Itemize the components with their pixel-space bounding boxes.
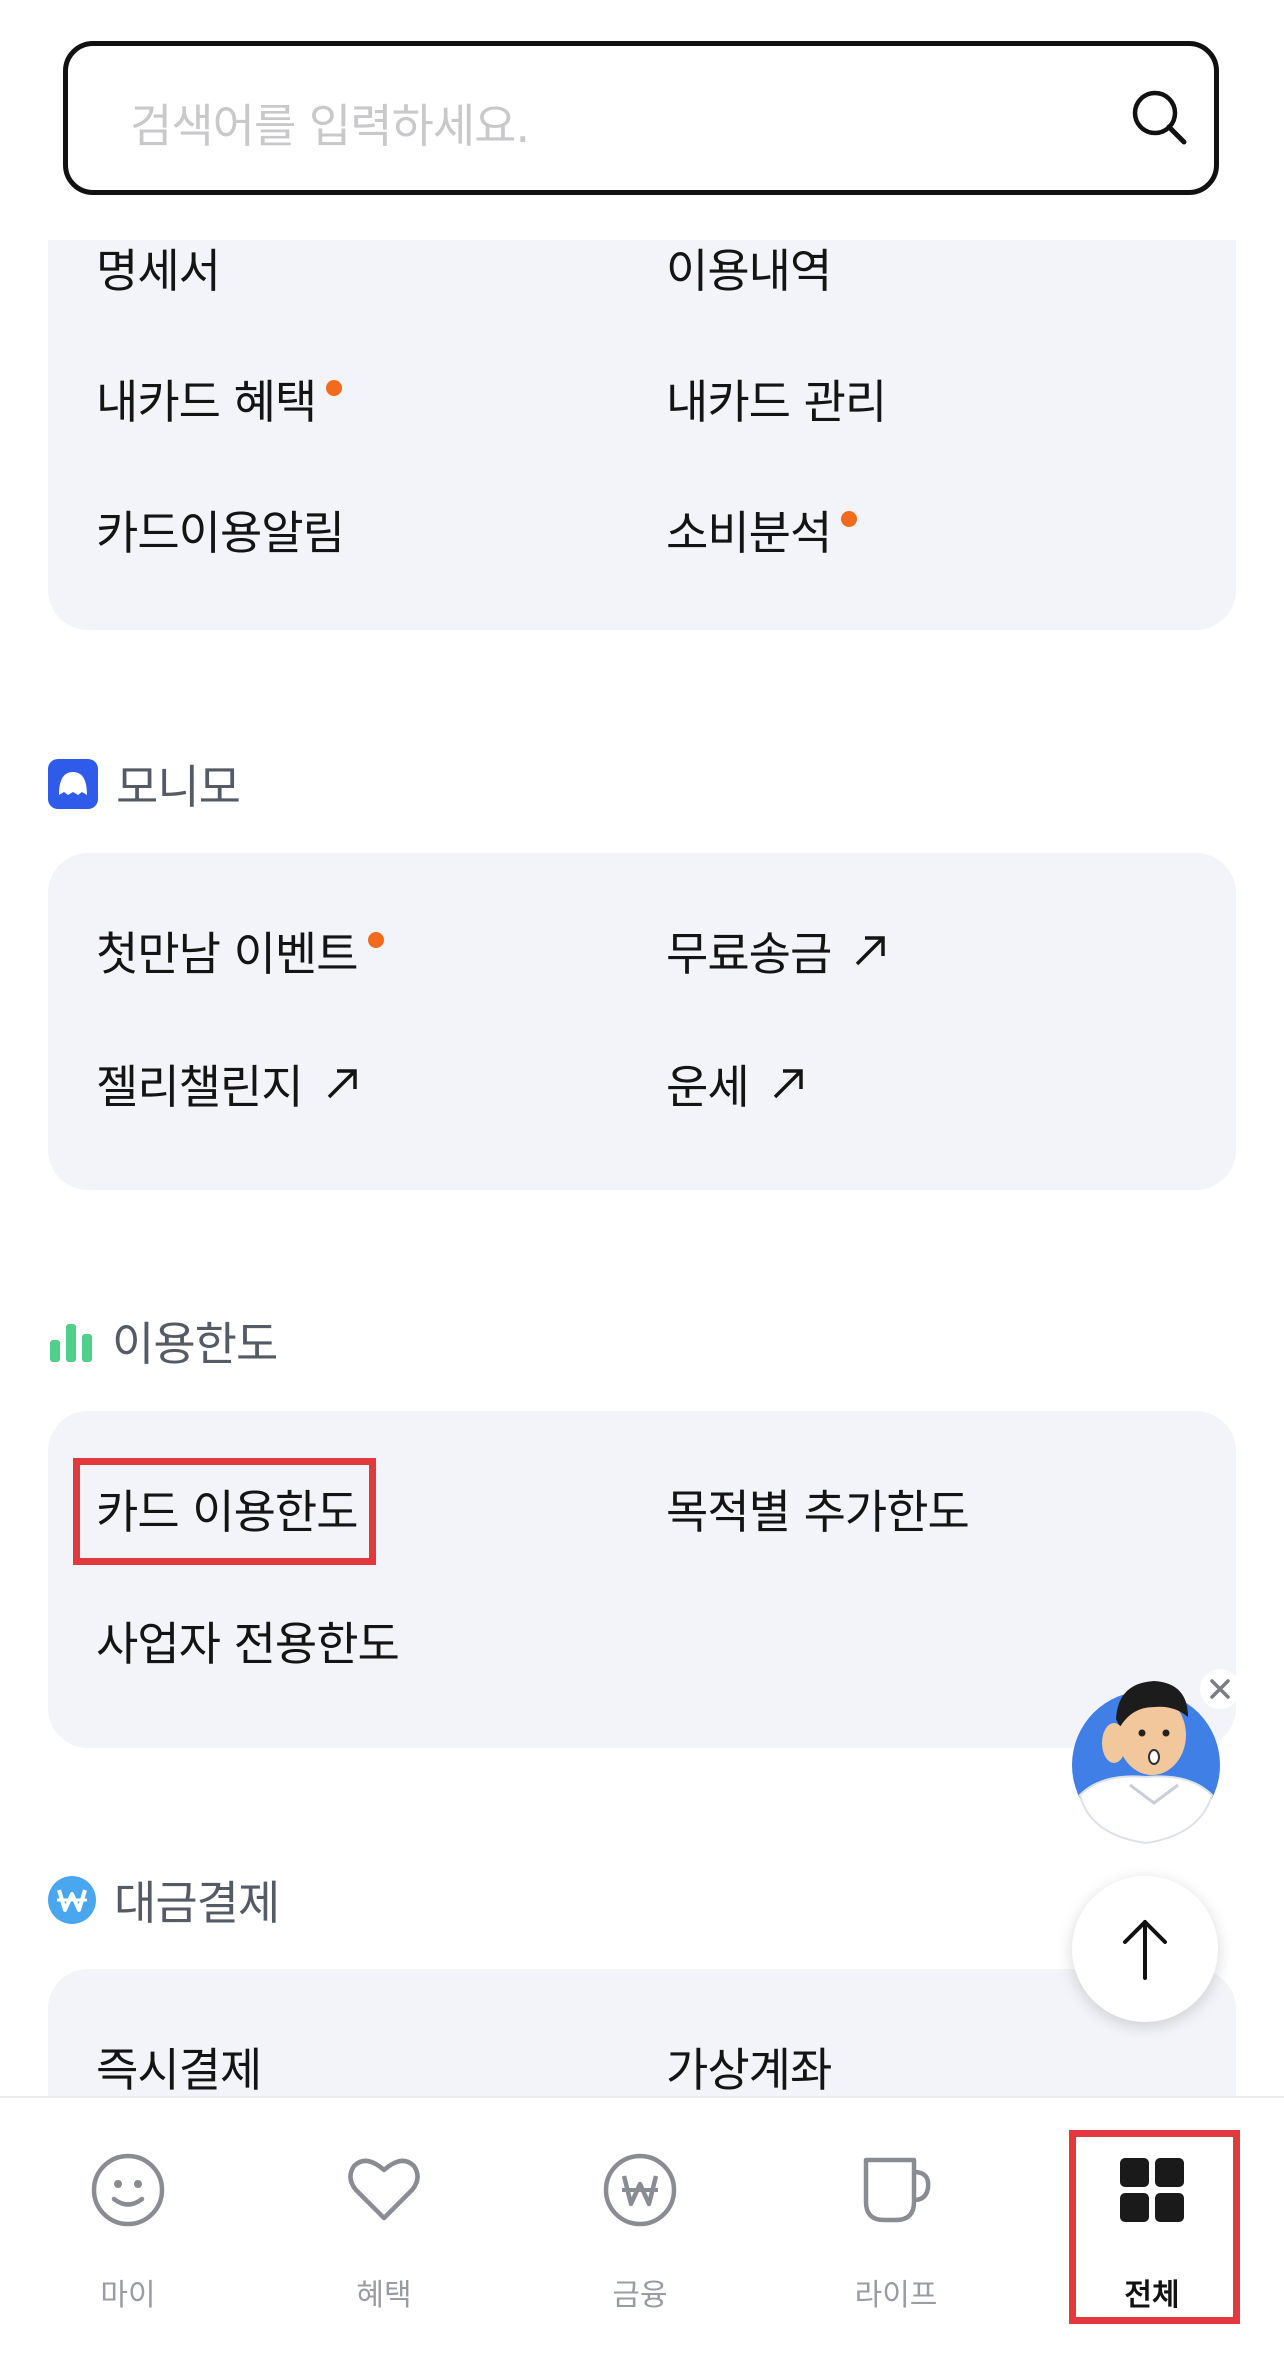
- menu-item-label: 카드이용알림: [96, 506, 345, 560]
- menu-item-usage-history[interactable]: 이용내역: [666, 236, 832, 300]
- menu-item-business-limit[interactable]: 사업자 전용한도: [96, 1609, 400, 1673]
- external-link-arrow-icon: [327, 1069, 357, 1099]
- new-badge-dot: [841, 511, 858, 527]
- menu-item-free-transfer[interactable]: 무료송금: [666, 919, 889, 983]
- menu-item-my-card-management[interactable]: 내카드 관리: [666, 367, 887, 431]
- menu-item-purpose-additional-limit[interactable]: 목적별 추가한도: [666, 1477, 970, 1541]
- menu-item-label: 가상계좌: [666, 2043, 832, 2096]
- search-placeholder: 검색어를 입력하세요.: [130, 99, 530, 153]
- section-title-payment: 대금결제: [48, 1870, 280, 1930]
- section-title-monimo: 모니모: [48, 754, 241, 814]
- monimo-icon: [48, 759, 98, 809]
- menu-item-label: 내카드 관리: [666, 375, 887, 429]
- tab-life[interactable]: 라이프: [768, 2098, 1024, 2361]
- external-link-arrow-icon: [856, 936, 886, 966]
- menu-item-my-card-benefits[interactable]: 내카드 혜택: [96, 367, 343, 431]
- tab-label: 혜택: [356, 2278, 412, 2313]
- tab-label: 마이: [100, 2278, 156, 2313]
- tab-benefits[interactable]: 혜택: [256, 2098, 512, 2361]
- menu-item-card-usage-alert[interactable]: 카드이용알림: [96, 498, 345, 562]
- tab-finance[interactable]: 금융: [512, 2098, 768, 2361]
- tab-label: 라이프: [854, 2278, 938, 2313]
- scroll-to-top-button[interactable]: [1072, 1876, 1218, 2022]
- search-header: 검색어를 입력하세요.: [0, 0, 1284, 240]
- menu-item-label: 무료송금: [666, 927, 832, 981]
- menu-item-fortune[interactable]: 운세: [666, 1052, 807, 1116]
- cup-icon: [863, 2157, 931, 2223]
- menu-item-label: 내카드 혜택: [96, 375, 317, 429]
- tab-my[interactable]: 마이: [0, 2098, 256, 2361]
- menu-item-virtual-account[interactable]: 가상계좌: [666, 2035, 832, 2096]
- menu-item-spending-analysis[interactable]: 소비분석: [666, 498, 858, 562]
- highlight-tab-all: [1069, 2130, 1240, 2324]
- new-badge-dot: [326, 380, 343, 396]
- screen: 명세서 이용내역 내카드 혜택 내카드 관리 카드이용알림 소비분석 모니모 첫…: [0, 0, 1284, 2361]
- menu-item-first-meeting-event[interactable]: 첫만남 이벤트: [96, 919, 384, 983]
- menu-item-statement[interactable]: 명세서: [96, 236, 221, 300]
- highlight-card-usage-limit: [73, 1458, 376, 1565]
- won-circle-icon: [48, 1876, 96, 1924]
- menu-item-label: 즉시결제: [96, 2043, 262, 2096]
- menu-item-label: 젤리챌린지: [96, 1060, 304, 1114]
- section-title-limit: 이용한도: [48, 1311, 278, 1371]
- menu-item-jelly-challenge[interactable]: 젤리챌린지: [96, 1052, 361, 1116]
- search-icon[interactable]: [1124, 82, 1196, 154]
- menu-item-label: 소비분석: [666, 506, 832, 560]
- smile-icon: [91, 2153, 165, 2227]
- menu-item-instant-payment[interactable]: 즉시결제: [96, 2035, 262, 2096]
- menu-item-label: 첫만남 이벤트: [96, 927, 359, 981]
- section-title-label: 대금결제: [114, 1876, 280, 1930]
- menu-item-label: 목적별 추가한도: [666, 1485, 970, 1539]
- arrow-up-icon: [1123, 1920, 1167, 1980]
- menu-item-label: 운세: [666, 1060, 750, 1114]
- monimo-menu-group: 첫만남 이벤트 무료송금 젤리챌린지 운세: [48, 853, 1236, 1190]
- bar-chart-icon: [50, 1324, 92, 1362]
- external-link-arrow-icon: [773, 1069, 803, 1099]
- search-input[interactable]: 검색어를 입력하세요.: [63, 41, 1219, 195]
- won-icon: [603, 2153, 677, 2227]
- close-icon[interactable]: [1199, 1668, 1241, 1710]
- menu-item-label: 사업자 전용한도: [96, 1617, 400, 1671]
- tab-label: 금융: [612, 2278, 668, 2313]
- menu-item-label: 이용내역: [666, 244, 832, 298]
- heart-icon: [348, 2158, 420, 2221]
- section-title-label: 이용한도: [112, 1317, 278, 1371]
- payment-menu-group: 즉시결제 가상계좌: [48, 1969, 1236, 2096]
- section-title-label: 모니모: [116, 760, 241, 814]
- new-badge-dot: [367, 932, 384, 948]
- menu-item-label: 명세서: [96, 244, 221, 298]
